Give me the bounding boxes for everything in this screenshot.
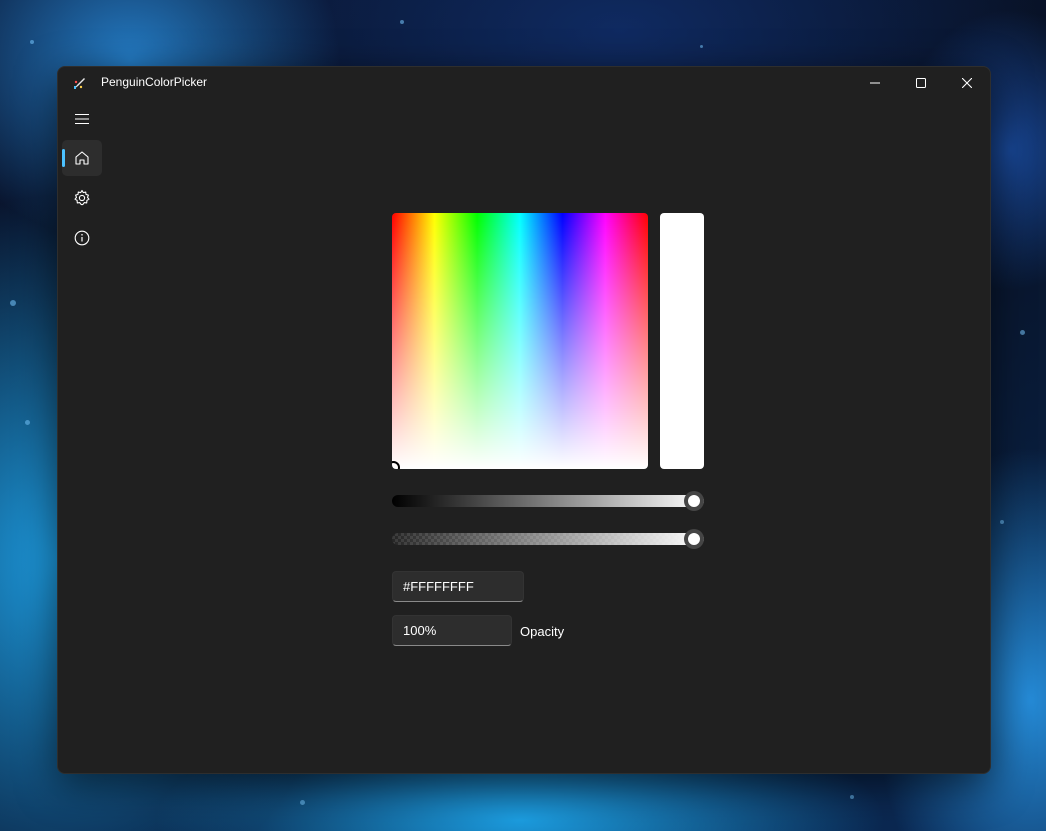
value-slider-thumb-dot (688, 495, 700, 507)
app-icon (74, 78, 85, 89)
home-icon (75, 151, 89, 165)
wallpaper-speck (850, 795, 854, 799)
title-bar[interactable]: PenguinColorPicker (58, 67, 990, 99)
value-slider[interactable] (392, 491, 704, 511)
close-button[interactable] (944, 67, 990, 99)
color-spectrum[interactable] (392, 213, 648, 469)
gear-icon (74, 189, 90, 206)
minimize-button[interactable] (852, 67, 898, 99)
wallpaper-speck (300, 800, 305, 805)
app-title: PenguinColorPicker (101, 75, 208, 89)
wallpaper-speck (25, 420, 30, 425)
hex-input[interactable] (392, 571, 524, 602)
wallpaper-speck (1000, 520, 1004, 524)
value-slider-thumb[interactable] (684, 491, 704, 511)
navigation-pane (58, 99, 106, 773)
opacity-input[interactable] (392, 615, 512, 646)
selection-indicator (62, 149, 65, 167)
wallpaper-speck (1020, 330, 1025, 335)
nav-item-about[interactable] (62, 220, 102, 256)
wallpaper-speck (700, 45, 703, 48)
nav-item-home[interactable] (62, 140, 102, 176)
info-icon (74, 230, 90, 246)
wallpaper-speck (30, 40, 34, 44)
wallpaper-speck (10, 300, 16, 306)
nav-item-settings[interactable] (62, 180, 102, 216)
minimize-icon (870, 82, 880, 84)
opacity-label: Opacity (520, 624, 565, 639)
color-preview-swatch (660, 213, 704, 469)
alpha-slider-thumb[interactable] (684, 529, 704, 549)
spectrum-selection-ring[interactable] (392, 461, 400, 469)
maximize-button[interactable] (898, 67, 944, 99)
nav-menu-toggle[interactable] (62, 101, 102, 137)
app-window: PenguinColorPicker #FFFFFFFF 100% Opacit… (57, 66, 991, 774)
alpha-slider[interactable] (392, 529, 704, 549)
wallpaper-speck (400, 20, 404, 24)
alpha-slider-thumb-dot (688, 533, 700, 545)
close-icon (962, 78, 972, 88)
maximize-icon (916, 78, 926, 88)
hamburger-icon (75, 113, 89, 125)
